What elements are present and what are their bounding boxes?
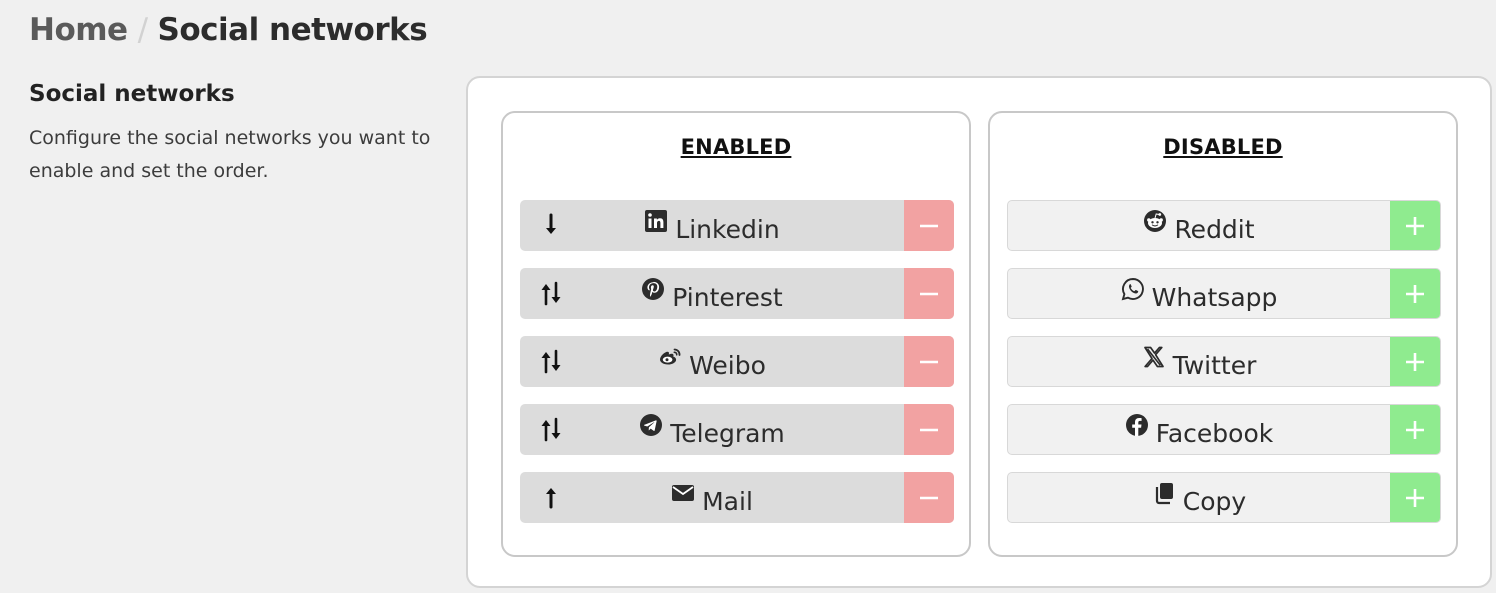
facebook-icon: [1125, 413, 1149, 437]
network-row-body: Facebook: [1008, 405, 1390, 454]
social-networks-card: ENABLED Linkedin Pinterest Weibo Telegram Ma…: [466, 76, 1492, 588]
remove-telegram-button[interactable]: [904, 404, 954, 455]
page-title: Social networks: [157, 12, 428, 48]
section-description: Configure the social networks you want t…: [29, 127, 431, 182]
network-row-body: Weibo: [520, 336, 904, 387]
network-label: Pinterest: [672, 283, 783, 312]
network-label-group: Mail: [671, 479, 753, 516]
network-row-twitter[interactable]: Twitter: [1007, 336, 1441, 387]
add-whatsapp-button[interactable]: [1390, 269, 1440, 318]
network-row-body: Twitter: [1008, 337, 1390, 386]
network-label-group: Facebook: [1125, 411, 1273, 448]
whatsapp-icon: [1121, 277, 1145, 301]
network-label-group: Copy: [1152, 479, 1246, 516]
network-label: Linkedin: [675, 215, 780, 244]
network-label: Mail: [702, 487, 753, 516]
copy-icon: [1152, 481, 1176, 505]
add-facebook-button[interactable]: [1390, 405, 1440, 454]
network-label: Whatsapp: [1151, 283, 1278, 312]
disabled-heading: DISABLED: [1163, 135, 1283, 159]
network-row-weibo[interactable]: Weibo: [520, 336, 954, 387]
reddit-icon: [1143, 209, 1167, 233]
network-row-body: Telegram: [520, 404, 904, 455]
network-label-group: Reddit: [1143, 207, 1255, 244]
network-label: Reddit: [1174, 215, 1255, 244]
network-row-body: Reddit: [1008, 201, 1390, 250]
network-row-linkedin[interactable]: Linkedin: [520, 200, 954, 251]
network-row-body: Pinterest: [520, 268, 904, 319]
telegram-icon: [639, 413, 663, 437]
remove-pinterest-button[interactable]: [904, 268, 954, 319]
enabled-heading: ENABLED: [680, 135, 792, 159]
network-label: Weibo: [689, 351, 766, 380]
breadcrumb: Home / Social networks: [29, 12, 428, 48]
enabled-list: Linkedin Pinterest Weibo Telegram Mail: [520, 200, 954, 540]
network-row-mail[interactable]: Mail: [520, 472, 954, 523]
network-row-telegram[interactable]: Telegram: [520, 404, 954, 455]
weibo-icon: [658, 345, 682, 369]
network-row-pinterest[interactable]: Pinterest: [520, 268, 954, 319]
linkedin-icon: [644, 209, 668, 233]
remove-mail-button[interactable]: [904, 472, 954, 523]
x-twitter-icon: [1142, 345, 1166, 369]
disabled-list: Reddit Whatsapp Twitter Facebook Copy: [1007, 200, 1441, 540]
network-row-copy[interactable]: Copy: [1007, 472, 1441, 523]
remove-weibo-button[interactable]: [904, 336, 954, 387]
network-row-facebook[interactable]: Facebook: [1007, 404, 1441, 455]
network-row-body: Whatsapp: [1008, 269, 1390, 318]
network-row-body: Copy: [1008, 473, 1390, 522]
pinterest-icon: [641, 277, 665, 301]
network-label: Twitter: [1172, 351, 1257, 380]
add-reddit-button[interactable]: [1390, 201, 1440, 250]
network-label-group: Twitter: [1142, 343, 1257, 380]
enabled-panel: ENABLED Linkedin Pinterest Weibo Telegram Ma…: [501, 111, 971, 557]
network-row-reddit[interactable]: Reddit: [1007, 200, 1441, 251]
network-row-whatsapp[interactable]: Whatsapp: [1007, 268, 1441, 319]
mail-icon: [671, 481, 695, 505]
network-label-group: Linkedin: [644, 207, 780, 244]
network-label: Telegram: [670, 419, 785, 448]
network-row-body: Linkedin: [520, 200, 904, 251]
add-twitter-button[interactable]: [1390, 337, 1440, 386]
add-copy-button[interactable]: [1390, 473, 1440, 522]
network-label-group: Whatsapp: [1121, 275, 1278, 312]
network-label: Facebook: [1155, 419, 1274, 448]
breadcrumb-home-link[interactable]: Home: [29, 12, 128, 48]
disabled-panel: DISABLED Reddit Whatsapp Twitter Facebook Co…: [988, 111, 1458, 557]
section-title: Social networks: [29, 81, 235, 107]
network-label-group: Telegram: [639, 411, 785, 448]
network-row-body: Mail: [520, 472, 904, 523]
network-label-group: Weibo: [658, 343, 766, 380]
network-label-group: Pinterest: [641, 275, 783, 312]
remove-linkedin-button[interactable]: [904, 200, 954, 251]
network-label: Copy: [1182, 487, 1247, 516]
breadcrumb-separator: /: [137, 12, 148, 48]
